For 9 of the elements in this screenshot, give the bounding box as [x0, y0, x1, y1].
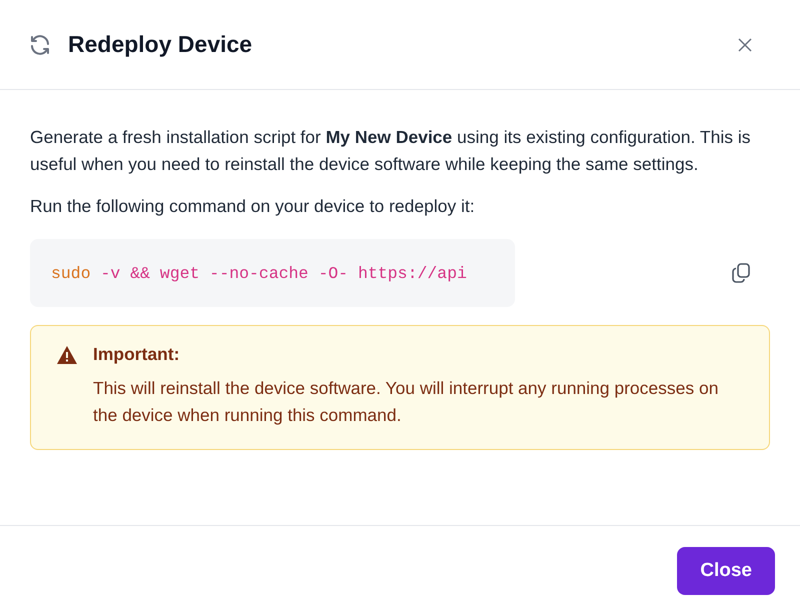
description: Generate a fresh installation script for My New Device using its existing configuration. This is useful when you need to reinstall the device software while keeping the same settings.: [30, 126, 752, 176]
alert-title: Important:: [93, 344, 180, 365]
refresh-icon: [28, 32, 52, 56]
alert-message: This will reinstall the device software. You will interrupt any running processes on the device when running this command.: [93, 377, 720, 427]
close-button[interactable]: Close: [677, 547, 775, 595]
command-code: sudo -v && wget --no-cache -O- https://api: [30, 239, 515, 307]
instruction: Run the following command on your device to redeploy it:: [30, 196, 476, 217]
dialog-title: Redeploy Device: [68, 31, 254, 58]
warning-icon: [57, 346, 77, 364]
